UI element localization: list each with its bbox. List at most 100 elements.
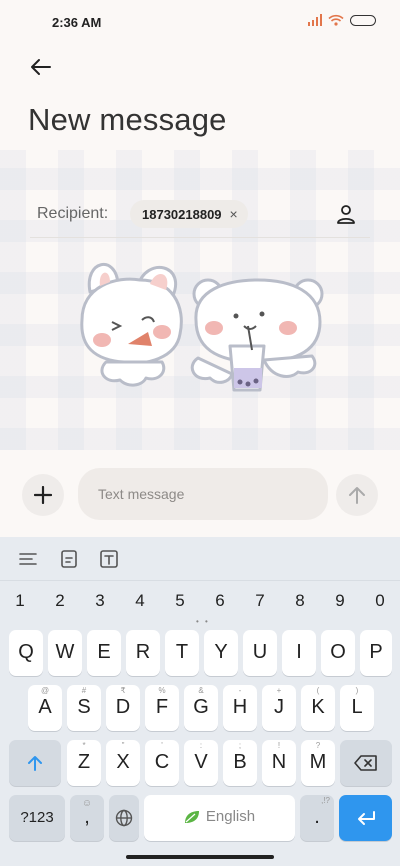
space-language-label: English [205,808,256,825]
key-g[interactable]: & G [184,685,218,731]
key-2[interactable]: 2 [40,591,80,611]
key-hint: # [81,686,87,695]
key-y[interactable]: Y [204,630,238,676]
key-b[interactable]: ; B [223,740,257,786]
key-o[interactable]: O [321,630,355,676]
attach-button[interactable] [22,474,64,516]
key-5[interactable]: 5 [160,591,200,611]
recipient-number: 18730218809 [142,206,222,222]
key-letter: Y [214,641,228,663]
send-button[interactable] [336,474,378,516]
key-hint: ( [316,686,320,695]
compose-bar [0,466,400,522]
key-d[interactable]: ₹ D [106,685,140,731]
key-h[interactable]: -H [223,685,257,731]
shift-key[interactable] [9,740,61,786]
home-indicator [126,855,274,859]
key-n[interactable]: ! N [262,740,296,786]
key-q[interactable]: Q [9,630,43,676]
key-hint: ) [355,686,359,695]
text-box-icon[interactable] [98,548,120,570]
symbols-key[interactable]: ?123 [9,795,65,841]
comma-key[interactable]: ☺ , [70,795,104,841]
key-u[interactable]: U [243,630,277,676]
key-letter: W [55,641,75,663]
message-input[interactable] [78,468,328,520]
key-letter: . [314,806,320,828]
key-letter: B [233,751,247,773]
key-8[interactable]: 8 [280,591,320,611]
clipboard-icon[interactable] [58,548,80,570]
recipient-chip[interactable]: 18730218809 × [130,200,248,228]
space-key-label: English [144,808,295,825]
key-letter: A [38,696,52,718]
key-i[interactable]: I [282,630,316,676]
period-key[interactable]: ,!? . [300,795,334,841]
enter-key[interactable] [339,795,392,841]
key-hint: ' [161,741,163,750]
recipient-label: Recipient: [37,205,109,222]
key-k[interactable]: (K [301,685,335,731]
key-hint: + [276,686,282,695]
key-1[interactable]: 1 [0,591,40,611]
key-9[interactable]: 9 [320,591,360,611]
status-bar: 2:36 AM [0,0,400,44]
key-s[interactable]: # S [67,685,101,731]
menu-lines-icon[interactable] [17,548,39,570]
language-key[interactable] [109,795,139,841]
close-icon[interactable]: × [230,207,238,221]
arrow-up-icon [349,487,365,504]
key-hint: % [158,686,166,695]
arrow-left-icon [31,59,51,75]
key-m[interactable]: ? M [301,740,335,786]
wifi-icon [328,14,344,26]
contact-picker-button[interactable] [334,202,358,226]
key-letter: D [115,696,131,718]
page-dots: • • [196,617,210,626]
key-hint: ,!? [321,796,330,805]
key-4[interactable]: 4 [120,591,160,611]
key-letter: S [77,696,91,718]
bunny-bear-illustration [80,263,324,392]
key-e[interactable]: E [87,630,121,676]
key-letter: O [330,641,346,663]
key-0[interactable]: 0 [360,591,400,611]
key-hint: ? [315,741,321,750]
key-hint: ; [238,741,242,750]
key-7[interactable]: 7 [240,591,280,611]
key-f[interactable]: % F [145,685,179,731]
key-letter: J [274,696,284,718]
key-6[interactable]: 6 [200,591,240,611]
key-letter: H [232,696,248,718]
plus-icon [34,486,52,504]
backspace-key[interactable] [340,740,392,786]
key-hint: " [121,741,125,750]
key-3[interactable]: 3 [80,591,120,611]
key-c[interactable]: ' C [145,740,179,786]
key-j[interactable]: + J [262,685,296,731]
key-r[interactable]: R [126,630,160,676]
key-letter: C [154,751,170,773]
enter-icon [357,811,375,825]
key-l[interactable]: ) L [340,685,374,731]
key-z[interactable]: * Z [67,740,101,786]
key-letter: V [194,751,208,773]
page-title: New message [28,102,227,137]
key-letter: I [296,641,302,663]
globe-icon [115,809,133,827]
key-letter: Z [77,751,91,773]
person-icon [337,205,355,224]
back-button[interactable] [26,52,58,82]
key-p[interactable]: P [360,630,392,676]
key-t[interactable]: T [165,630,199,676]
key-w[interactable]: W [48,630,82,676]
key-x[interactable]: " X [106,740,140,786]
key-letter: X [116,751,130,773]
key-a[interactable]: @ A [28,685,62,731]
space-key[interactable]: English [144,795,295,841]
shift-arrow-icon [28,756,42,771]
key-letter: , [84,806,90,828]
key-v[interactable]: :V [184,740,218,786]
key-hint: * [82,741,86,750]
key-letter: Q [18,641,34,663]
